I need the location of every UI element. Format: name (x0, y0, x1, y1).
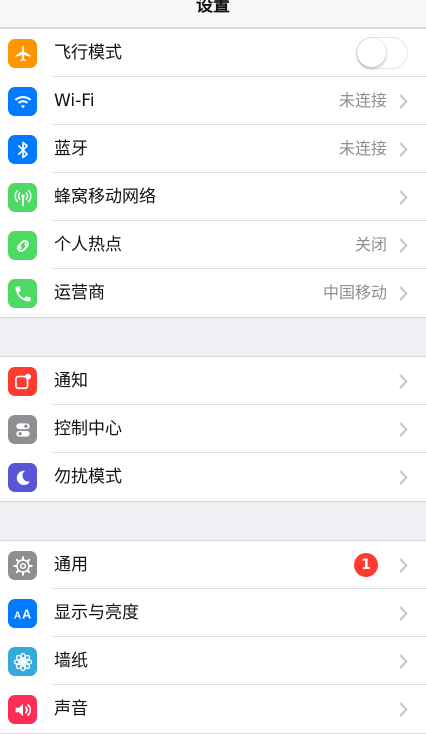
svg-text:A: A (14, 610, 21, 621)
chevron-right-icon (399, 470, 408, 485)
page-title: 设置 (196, 0, 230, 16)
wifi-label: Wi-Fi (54, 91, 95, 111)
settings-row-general[interactable]: 通用 1 (0, 541, 426, 589)
settings-row-do-not-disturb[interactable]: 勿扰模式 (0, 453, 426, 501)
bluetooth-label: 蓝牙 (54, 139, 88, 159)
settings-group-general: 通用 1 A A 显示与亮度 墙纸 声音 (0, 540, 426, 734)
hotspot-icon (8, 231, 37, 260)
settings-row-bluetooth[interactable]: 蓝牙 未连接 (0, 125, 426, 173)
chevron-right-icon (399, 558, 408, 573)
personal-hotspot-label: 个人热点 (54, 235, 122, 255)
settings-row-personal-hotspot[interactable]: 个人热点 关闭 (0, 221, 426, 269)
gear-icon (8, 551, 37, 580)
wallpaper-icon (8, 647, 37, 676)
personal-hotspot-status-value: 关闭 (354, 235, 387, 254)
toggle-knob (357, 38, 386, 67)
sounds-label: 声音 (54, 699, 88, 719)
wallpaper-label: 墙纸 (54, 651, 88, 671)
phone-icon (8, 279, 37, 308)
general-label: 通用 (54, 555, 88, 575)
notifications-label: 通知 (54, 371, 88, 391)
chevron-right-icon (399, 374, 408, 389)
carrier-value: 中国移动 (322, 283, 387, 302)
display-brightness-label: 显示与亮度 (54, 603, 139, 623)
chevron-right-icon (399, 422, 408, 437)
settings-group-connectivity: 飞行模式 Wi-Fi 未连接 蓝牙 未连接 蜂窝移动网络 个人热点 关闭 运营商… (0, 28, 426, 318)
wifi-status-value: 未连接 (338, 91, 387, 110)
update-badge: 1 (354, 553, 378, 577)
bluetooth-icon (8, 135, 37, 164)
bluetooth-status-value: 未连接 (338, 139, 387, 158)
settings-row-airplane-mode: 飞行模式 (0, 29, 426, 77)
settings-row-control-center[interactable]: 控制中心 (0, 405, 426, 453)
chevron-right-icon (399, 286, 408, 301)
airplane-icon (8, 39, 37, 68)
chevron-right-icon (399, 702, 408, 717)
chevron-right-icon (399, 94, 408, 109)
do-not-disturb-label: 勿扰模式 (54, 467, 122, 487)
settings-row-cellular[interactable]: 蜂窝移动网络 (0, 173, 426, 221)
settings-row-wallpaper[interactable]: 墙纸 (0, 637, 426, 685)
navigation-bar: 设置 (0, 0, 426, 28)
settings-row-wifi[interactable]: Wi-Fi 未连接 (0, 77, 426, 125)
settings-group-notifications: 通知 控制中心 勿扰模式 (0, 356, 426, 502)
notifications-icon (8, 367, 37, 396)
carrier-label: 运营商 (54, 283, 105, 303)
settings-row-notifications[interactable]: 通知 (0, 357, 426, 405)
chevron-right-icon (399, 606, 408, 621)
airplane-mode-label: 飞行模式 (54, 43, 122, 63)
settings-row-sounds[interactable]: 声音 (0, 685, 426, 733)
chevron-right-icon (399, 238, 408, 253)
display-brightness-icon: A A (8, 599, 37, 628)
airplane-mode-toggle[interactable] (356, 37, 408, 69)
svg-text:A: A (22, 607, 31, 621)
settings-row-display-brightness[interactable]: A A 显示与亮度 (0, 589, 426, 637)
moon-icon (8, 463, 37, 492)
chevron-right-icon (399, 190, 408, 205)
cellular-icon (8, 183, 37, 212)
control-center-label: 控制中心 (54, 419, 122, 439)
wifi-icon (8, 87, 37, 116)
chevron-right-icon (399, 654, 408, 669)
chevron-right-icon (399, 142, 408, 157)
settings-row-carrier[interactable]: 运营商 中国移动 (0, 269, 426, 317)
cellular-label: 蜂窝移动网络 (54, 187, 156, 207)
control-center-icon (8, 415, 37, 444)
